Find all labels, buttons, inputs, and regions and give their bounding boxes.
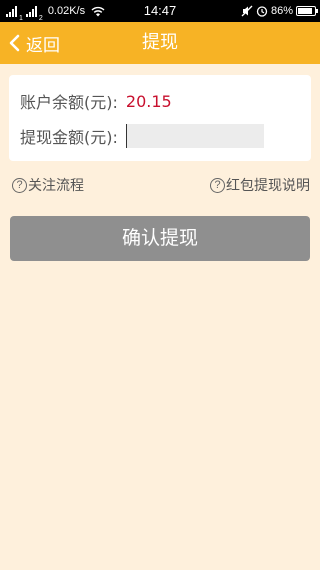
amount-row: 提现金额(元): — [20, 122, 264, 150]
balance-label: 账户余额(元): — [20, 93, 118, 112]
mute-icon — [241, 5, 253, 17]
red-packet-help-link[interactable]: ? 红包提现说明 — [210, 175, 310, 195]
back-button[interactable]: 返回 — [8, 22, 60, 64]
battery-level-fill — [298, 8, 312, 14]
header-bar: 返回 提现 — [0, 22, 320, 64]
alarm-icon — [256, 6, 268, 17]
balance-value: 20.15 — [125, 91, 172, 111]
status-bar: 1 2 0.02K/s 14:47 86% — [0, 0, 320, 22]
back-label: 返回 — [26, 35, 60, 56]
question-icon: ? — [12, 177, 27, 193]
chevron-left-icon — [9, 34, 20, 52]
battery-percent: 86% — [270, 5, 293, 17]
balance-row: 账户余额(元): 20.15 — [20, 87, 172, 115]
follow-flow-label: 关注流程 — [28, 178, 84, 194]
amount-label: 提现金额(元): — [20, 128, 118, 147]
question-icon: ? — [210, 177, 225, 193]
withdraw-form-card: 账户余额(元): 20.15 提现金额(元): — [9, 75, 311, 161]
red-packet-help-label: 红包提现说明 — [226, 178, 310, 194]
status-right-group: 86% — [241, 0, 318, 22]
follow-flow-link[interactable]: ? 关注流程 — [12, 175, 84, 195]
battery-icon — [296, 6, 318, 16]
withdraw-amount-input[interactable] — [125, 124, 264, 148]
confirm-withdraw-button[interactable]: 确认提现 — [10, 216, 310, 261]
